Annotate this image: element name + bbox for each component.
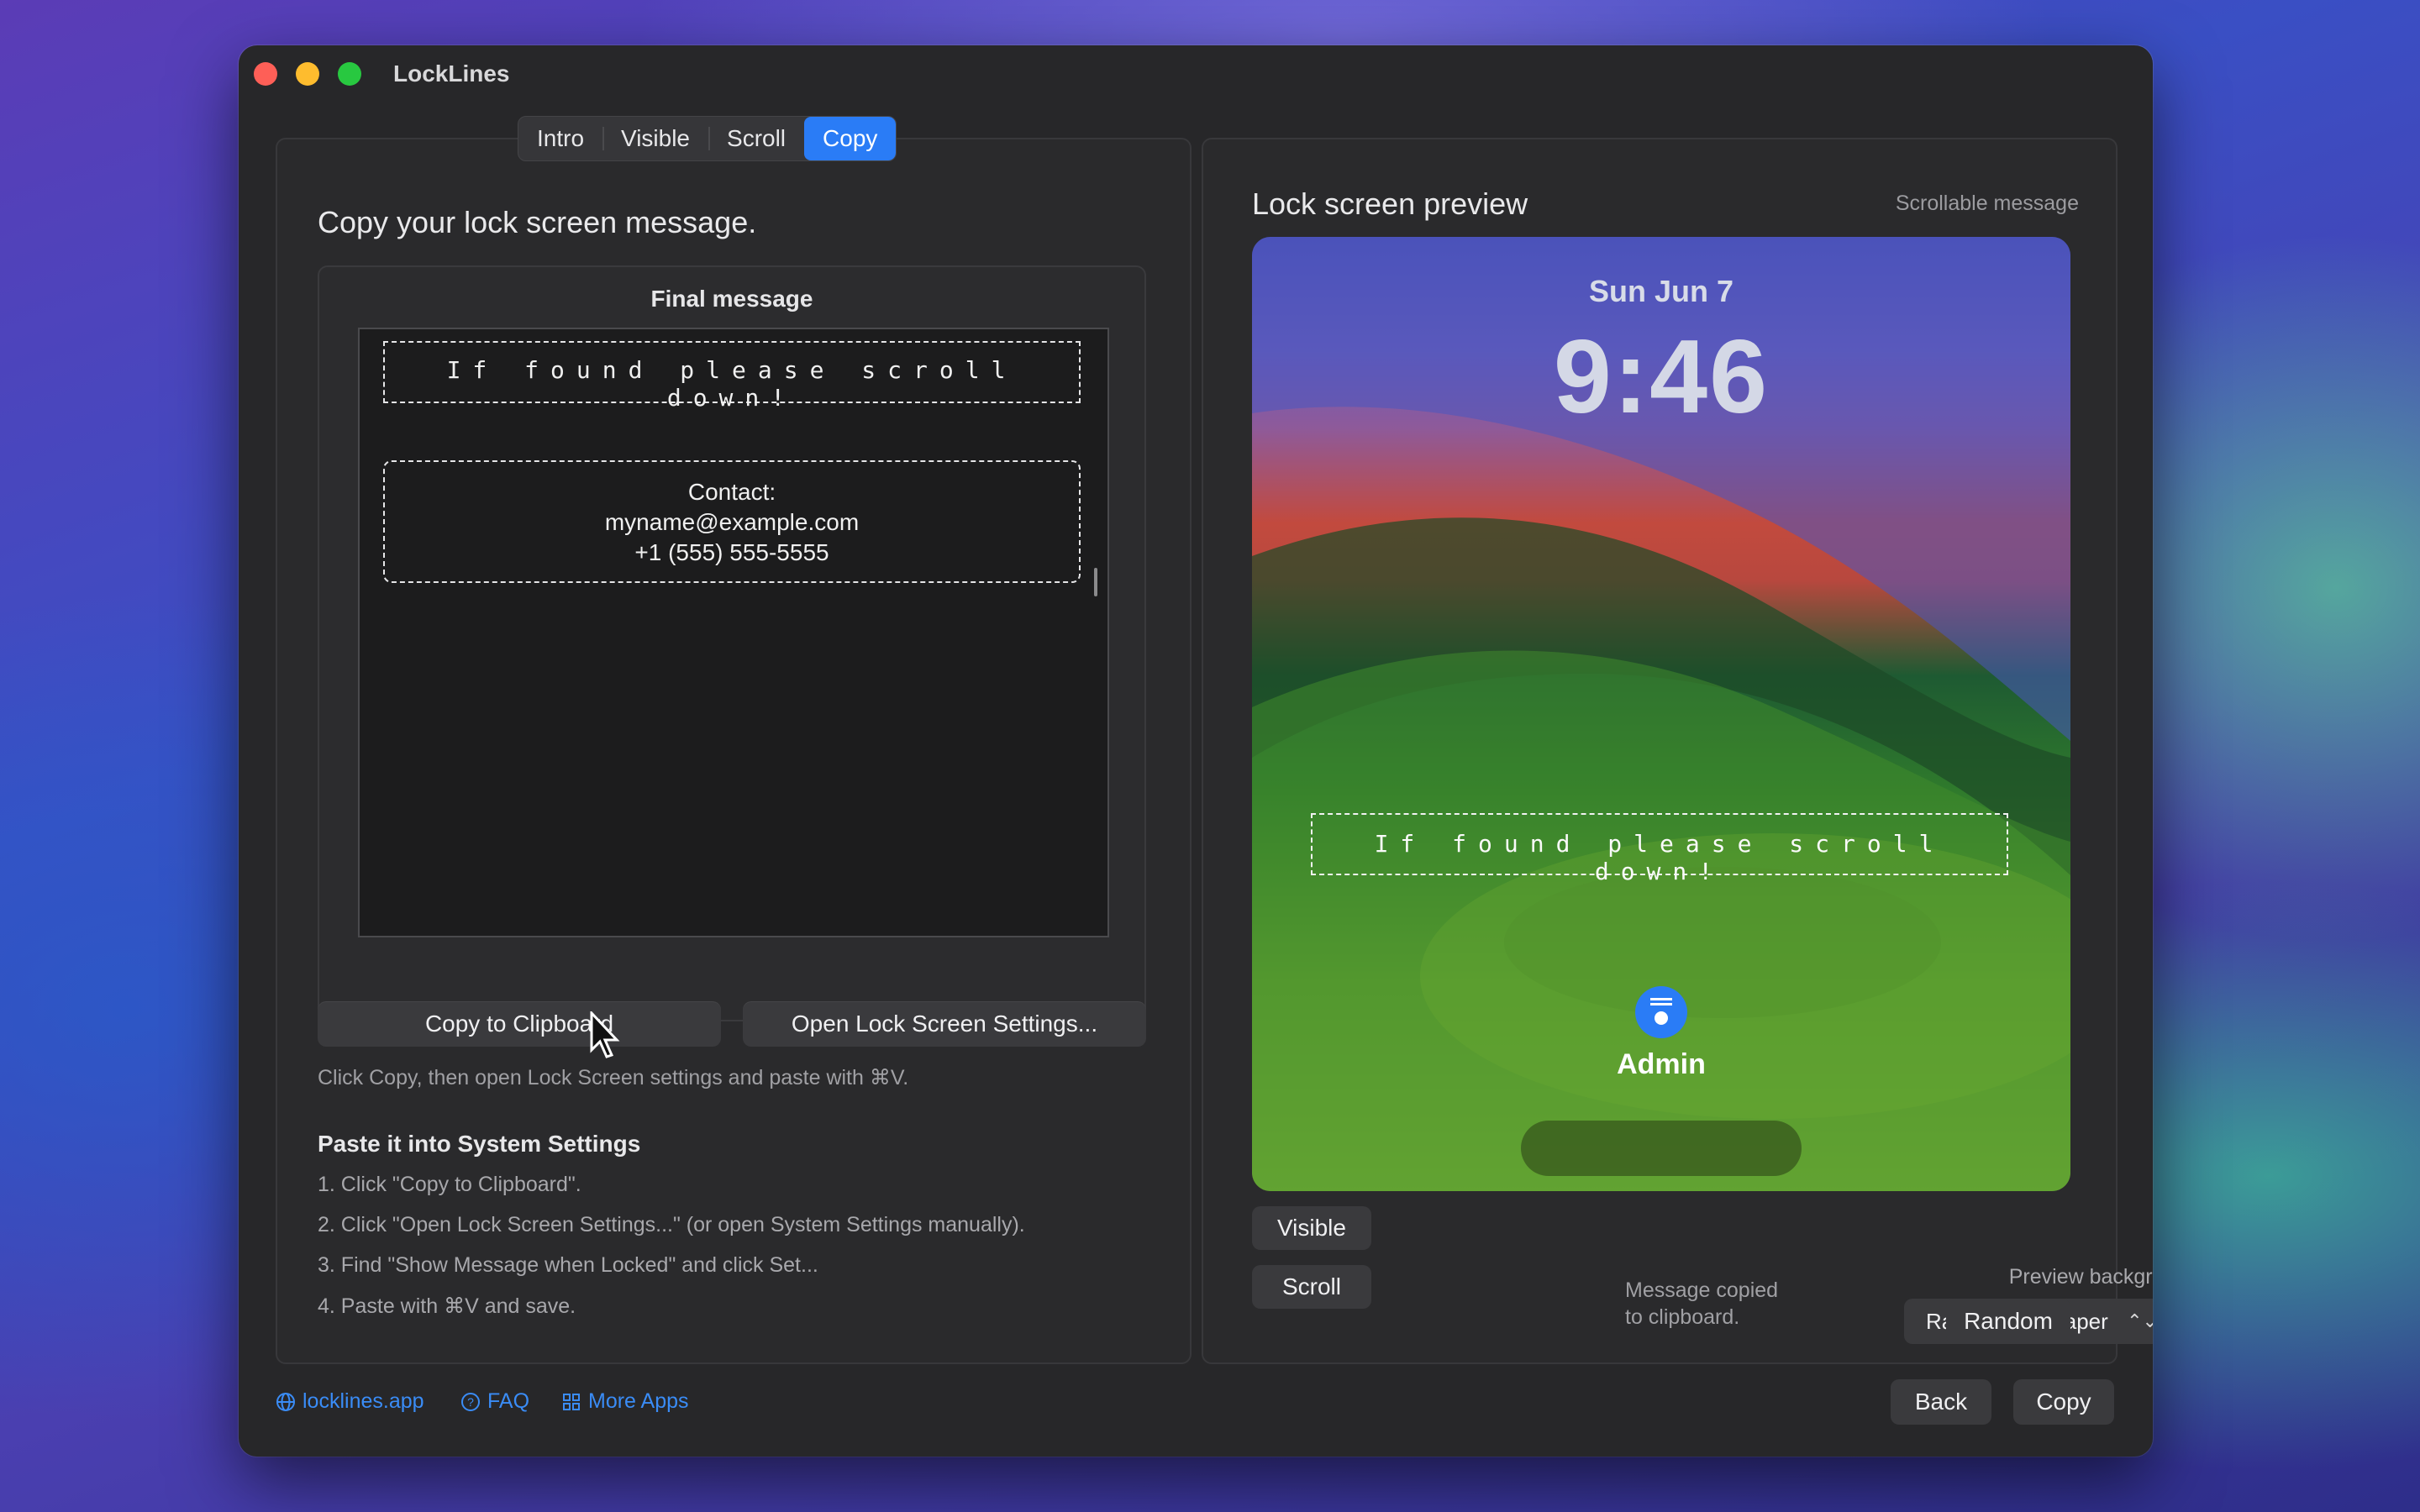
lock-time: 9:46 — [1553, 319, 1770, 435]
random-wallpaper-button[interactable]: Random — [1946, 1299, 2070, 1344]
password-field — [1521, 1121, 1802, 1176]
preview-title: Lock screen preview — [1252, 186, 1528, 221]
tab-scroll[interactable]: Scroll — [708, 117, 804, 160]
user-icon — [1650, 998, 1672, 1025]
message-banner: If found please scroll down! — [383, 341, 1081, 412]
globe-icon — [276, 1392, 295, 1411]
preview-mode-label: Scrollable message — [1895, 192, 2079, 215]
user-avatar — [1635, 986, 1687, 1038]
lock-message-text: If found please scroll down! — [1374, 830, 1945, 885]
more-apps-link-label: More Apps — [588, 1389, 689, 1413]
tab-intro[interactable]: Intro — [518, 117, 602, 160]
step-tabs: Intro Visible Scroll Copy — [518, 116, 897, 161]
lock-date: Sun Jun 7 — [1588, 274, 1734, 308]
grid-icon — [563, 1393, 580, 1410]
step-4: 4. Paste with ⌘V and save. — [318, 1294, 576, 1318]
website-link[interactable]: locklines.app — [276, 1389, 424, 1414]
app-window: LockLines Intro Visible Scroll Copy Copy… — [239, 45, 2153, 1457]
copy-button[interactable]: Copy — [2013, 1379, 2114, 1425]
back-button[interactable]: Back — [1891, 1379, 1991, 1425]
final-message-box: Final message If found please scroll dow… — [318, 265, 1146, 1021]
visible-mode-button[interactable]: Visible — [1252, 1206, 1371, 1250]
chevron-up-down-icon: ⌃⌄ — [2127, 1310, 2153, 1331]
minimize-window-button[interactable] — [296, 62, 319, 86]
contact-label: Contact: — [687, 479, 776, 505]
copy-status-line-2: to clipboard. — [1625, 1305, 1740, 1329]
copy-status: Message copied to clipboard. — [1625, 1277, 1778, 1331]
message-banner-text: If found please scroll down! — [446, 356, 1018, 412]
window-title: LockLines — [393, 60, 510, 87]
faq-link-label: FAQ — [487, 1389, 530, 1413]
paste-instructions-title: Paste it into System Settings — [318, 1131, 641, 1157]
scrollbar-thumb[interactable] — [1094, 568, 1097, 596]
faq-link[interactable]: ? FAQ — [460, 1389, 529, 1414]
lock-user-name: Admin — [1617, 1048, 1706, 1080]
lock-screen-preview: Sun Jun 7 9:46 If found please scroll do… — [1252, 237, 2070, 1191]
website-link-label: locklines.app — [302, 1389, 424, 1413]
preview-background-label: Preview background — [2008, 1265, 2153, 1289]
contact-phone: +1 (555) 555-5555 — [634, 539, 829, 565]
zoom-window-button[interactable] — [338, 62, 361, 86]
more-apps-link[interactable]: More Apps — [561, 1389, 689, 1414]
final-message-title: Final message — [650, 286, 813, 312]
final-message-text[interactable]: If found please scroll down! Contact: my… — [358, 328, 1109, 937]
page-title: Copy your lock screen message. — [318, 205, 757, 239]
tab-copy[interactable]: Copy — [804, 117, 897, 160]
contact-box: Contact: myname@example.com +1 (555) 555… — [383, 460, 1081, 583]
lock-message: If found please scroll down! — [1311, 813, 2008, 885]
close-window-button[interactable] — [254, 62, 277, 86]
tab-visible[interactable]: Visible — [602, 117, 708, 160]
svg-text:?: ? — [467, 1395, 474, 1409]
contact-email: myname@example.com — [604, 509, 860, 535]
mouse-cursor-icon — [590, 1011, 620, 1058]
copy-status-line-1: Message copied — [1625, 1278, 1779, 1302]
copy-hint: Click Copy, then open Lock Screen settin… — [318, 1066, 909, 1089]
open-lock-screen-settings-button[interactable]: Open Lock Screen Settings... — [743, 1001, 1146, 1047]
step-2: 2. Click "Open Lock Screen Settings..." … — [318, 1213, 1025, 1236]
step-3: 3. Find "Show Message when Locked" and c… — [318, 1253, 818, 1277]
question-icon: ? — [461, 1392, 480, 1411]
copy-to-clipboard-button[interactable]: Copy to Clipboard — [318, 1001, 721, 1047]
step-1: 1. Click "Copy to Clipboard". — [318, 1173, 581, 1196]
scroll-mode-button[interactable]: Scroll — [1252, 1265, 1371, 1309]
